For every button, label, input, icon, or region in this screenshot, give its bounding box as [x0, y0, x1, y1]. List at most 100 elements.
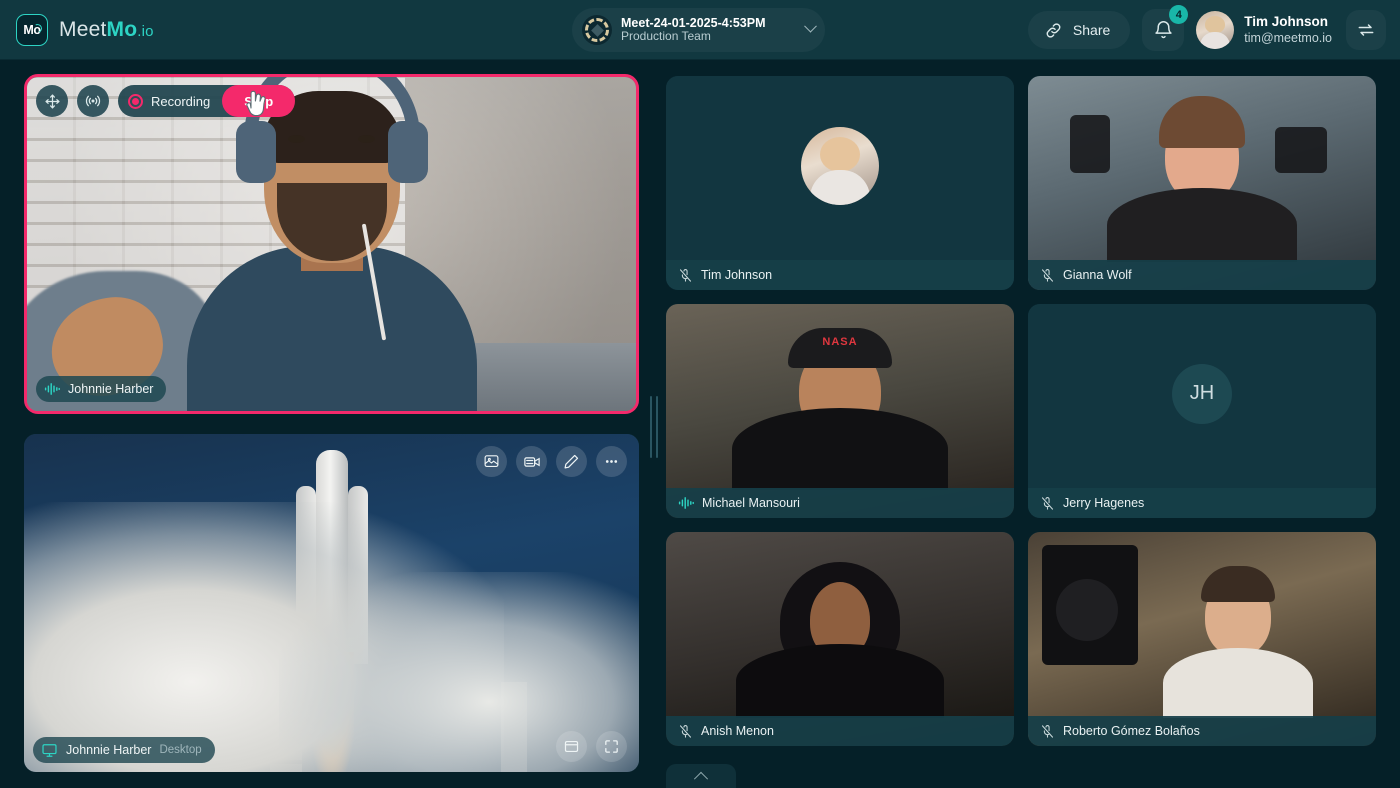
- meeting-badge-icon: [582, 15, 612, 45]
- avatar: [1196, 11, 1235, 49]
- participant-shoulders: [736, 644, 944, 718]
- participant-hair: [1201, 566, 1275, 602]
- mic-muted-icon: [1040, 724, 1055, 739]
- participant-shoulders: [1163, 648, 1313, 718]
- broadcast-signal-icon: [84, 92, 102, 110]
- participant-initials-avatar: JH: [1172, 363, 1232, 424]
- bottom-toolbar-toggle[interactable]: [666, 764, 736, 788]
- brand-name-part1: Meet: [59, 17, 107, 41]
- video-settings-icon: [523, 453, 541, 471]
- participant-tile-anish-menon[interactable]: Anish Menon: [666, 532, 1014, 746]
- active-speaker-name-chip: Johnnie Harber: [36, 376, 167, 402]
- monitor-icon: [41, 743, 58, 758]
- user-name: Tim Johnson: [1244, 13, 1329, 29]
- meetmo-app-window: Mo MeetMo.io Meet-24-01-2025-4:53PM Prod…: [0, 0, 1400, 788]
- swap-arrows-icon: [1356, 20, 1376, 40]
- background-equipment-1: [1069, 114, 1110, 173]
- brand-wordmark: MeetMo.io: [59, 18, 154, 42]
- participant-video-feed: [666, 532, 1014, 746]
- speaker-headphone-cup-left: [235, 121, 276, 183]
- notification-count-badge: 4: [1169, 5, 1189, 24]
- screen-share-owner-name: Johnnie Harber: [66, 743, 152, 757]
- window-layout-icon: [563, 738, 580, 755]
- link-icon: [1044, 21, 1063, 40]
- screen-share-content: [24, 434, 639, 772]
- user-info: Tim Johnson tim@meetmo.io: [1244, 14, 1332, 47]
- video-stage: Recording Stop Johnnie Harber Johnnie Ha…: [0, 60, 1400, 788]
- active-speaker-tile[interactable]: Recording Stop Johnnie Harber: [24, 74, 639, 414]
- screen-share-source-label: Desktop: [159, 744, 202, 756]
- screen-share-name-chip: Johnnie Harber Desktop: [33, 737, 215, 763]
- participant-tile-gianna-wolf[interactable]: Gianna Wolf: [1028, 76, 1376, 290]
- participant-name: Anish Menon: [701, 724, 774, 738]
- pencil-icon: [563, 453, 580, 470]
- meeting-info: Meet-24-01-2025-4:53PM Production Team: [621, 16, 766, 44]
- brand-logo[interactable]: Mo MeetMo.io: [16, 13, 154, 46]
- drag-handle-line-right: [656, 396, 658, 458]
- mic-muted-icon: [1040, 496, 1055, 511]
- participant-tile-roberto-gomez-bolanos[interactable]: Roberto Gómez Bolaños: [1028, 532, 1376, 746]
- participant-name: Tim Johnson: [701, 268, 773, 282]
- fullscreen-button[interactable]: [596, 731, 627, 762]
- recording-status-pill: Recording Stop: [118, 85, 296, 117]
- participant-video-feed: [1028, 76, 1376, 290]
- layout-button[interactable]: [556, 731, 587, 762]
- move-button[interactable]: [36, 85, 68, 117]
- participant-footer: Michael Mansouri: [666, 488, 1014, 518]
- video-settings-button[interactable]: [516, 446, 547, 477]
- drag-handle-line-left: [650, 396, 652, 458]
- participant-tile-jerry-hagenes[interactable]: JH Jerry Hagenes: [1028, 304, 1376, 518]
- top-bar-actions: Share 4 Tim Johnson tim@meetmo.io: [1027, 0, 1386, 60]
- participant-shoulders: [1107, 188, 1297, 262]
- meeting-selector[interactable]: Meet-24-01-2025-4:53PM Production Team: [572, 8, 825, 52]
- ai-image-button[interactable]: [476, 446, 507, 477]
- stop-recording-button[interactable]: Stop: [222, 85, 296, 117]
- participant-tile-tim-johnson[interactable]: Tim Johnson: [666, 76, 1014, 290]
- participant-cap: [788, 328, 892, 368]
- meeting-title: Meet-24-01-2025-4:53PM: [621, 15, 766, 30]
- chevron-down-icon[interactable]: [804, 19, 817, 33]
- participant-tile-michael-mansouri[interactable]: NASA Michael Mansouri: [666, 304, 1014, 518]
- participant-name: Gianna Wolf: [1063, 268, 1132, 282]
- chevron-up-icon: [693, 771, 709, 786]
- swap-layout-button[interactable]: [1346, 10, 1386, 50]
- more-dots-icon: [603, 453, 620, 470]
- meeting-subtitle: Production Team: [621, 29, 711, 44]
- bell-icon: [1153, 20, 1174, 41]
- participant-footer: Anish Menon: [666, 716, 1014, 746]
- user-email: tim@meetmo.io: [1244, 30, 1332, 45]
- screen-share-view-controls: [556, 731, 627, 762]
- participant-video-feed: [1028, 532, 1376, 746]
- audio-waveform-icon: [678, 496, 694, 510]
- participant-name: Roberto Gómez Bolaños: [1063, 724, 1200, 738]
- participant-footer: Gianna Wolf: [1028, 260, 1376, 290]
- participant-footer: Roberto Gómez Bolaños: [1028, 716, 1376, 746]
- participant-footer: Jerry Hagenes: [1028, 488, 1376, 518]
- record-dot-icon: [128, 93, 143, 109]
- meetmo-logo-icon: Mo: [16, 13, 48, 46]
- share-button[interactable]: Share: [1027, 11, 1131, 49]
- panel-resize-handle[interactable]: [650, 396, 658, 458]
- annotate-button[interactable]: [556, 446, 587, 477]
- mic-muted-icon: [678, 724, 693, 739]
- participant-name: Jerry Hagenes: [1063, 496, 1145, 510]
- notifications-button[interactable]: 4: [1142, 5, 1189, 51]
- participant-hair: [1159, 96, 1245, 148]
- speaker-headphone-cup-right: [387, 121, 428, 183]
- recording-controls: Recording Stop: [36, 85, 296, 117]
- share-button-label: Share: [1072, 22, 1111, 38]
- user-profile[interactable]: Tim Johnson tim@meetmo.io: [1196, 11, 1332, 49]
- audio-waveform-icon: [44, 382, 60, 396]
- left-column: Recording Stop Johnnie Harber Johnnie Ha…: [24, 74, 639, 772]
- speaker-video-feed: [27, 77, 636, 411]
- more-options-button[interactable]: [596, 446, 627, 477]
- screen-share-tile[interactable]: Johnnie Harber Desktop: [24, 434, 639, 772]
- top-bar: Mo MeetMo.io Meet-24-01-2025-4:53PM Prod…: [0, 0, 1400, 60]
- participant-shoulders: [732, 408, 948, 490]
- participant-footer: Tim Johnson: [666, 260, 1014, 290]
- screen-share-toolbar: [476, 446, 627, 477]
- cap-logo-text: NASA: [822, 336, 858, 348]
- broadcast-button[interactable]: [77, 85, 109, 117]
- participants-grid: Tim Johnson Gianna Wolf NASA Michael Man…: [666, 76, 1376, 746]
- fullscreen-icon: [603, 738, 620, 755]
